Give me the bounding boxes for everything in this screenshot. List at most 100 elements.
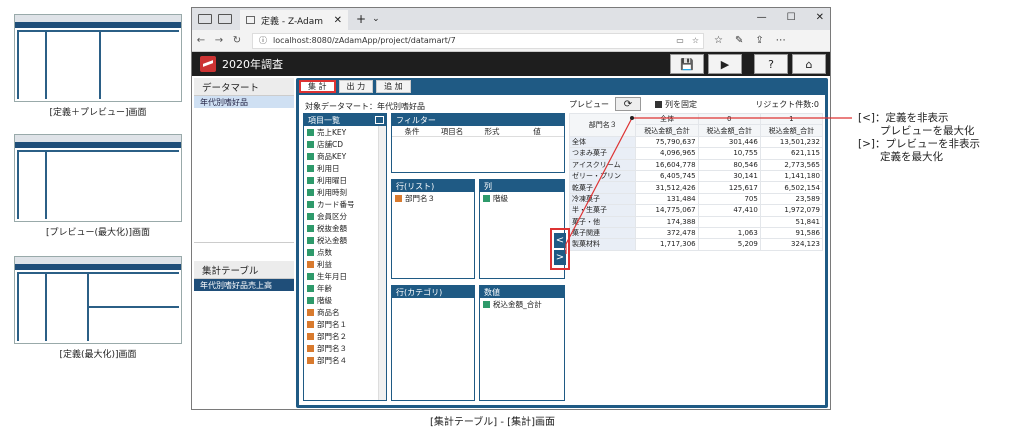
tab-aggregate[interactable]: 集 計 (299, 80, 336, 93)
thumbnail-caption: [プレビュー(最大化)]画面 (45, 228, 151, 238)
field-item-label: 利用日 (317, 163, 340, 173)
highlight-arrows (550, 228, 570, 270)
new-tab-icon[interactable]: + (356, 12, 366, 26)
grid-col-key: 0 (697, 112, 761, 126)
numeric-field-icon (307, 152, 314, 160)
run-button[interactable]: ▶ (708, 54, 742, 74)
field-item[interactable]: 年齢 (304, 282, 386, 294)
field-item[interactable]: 階級 (304, 294, 386, 306)
field-item[interactable]: 売上KEY (304, 126, 386, 138)
field-item[interactable]: 店舗CD (304, 138, 386, 150)
maximize-icon[interactable]: ☐ (787, 12, 796, 23)
grid-header-row: 部門名３ 全体 0 1 (568, 112, 824, 137)
field-item[interactable]: 部門名２ (304, 330, 386, 342)
column-header: 列 (480, 180, 564, 192)
grid-col-key: 1 (759, 112, 824, 126)
info-icon: ⓘ (259, 36, 267, 45)
chevron-down-icon[interactable]: ⌄ (372, 14, 380, 24)
field-item[interactable]: 税抜金額 (304, 222, 386, 234)
grid-cell: 23,589 (759, 192, 824, 206)
help-button[interactable]: ? (754, 54, 788, 74)
values-item[interactable]: 税込金額_合計 (480, 298, 564, 310)
aggregate-table-item[interactable]: 年代別嗜好品売上高 (194, 279, 294, 291)
fix-columns-checkbox[interactable] (655, 100, 662, 108)
field-item-label: 利用曜日 (317, 175, 347, 185)
tab-output[interactable]: 出 力 (338, 80, 374, 93)
field-item[interactable]: 点数 (304, 246, 386, 258)
grid-cell: 31,512,426 (635, 181, 699, 194)
column-item[interactable]: 階級 (480, 192, 564, 204)
grid-cell: 80,546 (697, 158, 761, 171)
field-item[interactable]: 税込金額 (304, 234, 386, 246)
browser-tab-bar: 定義 - Z-Adam ✕ + ⌄ — ☐ ✕ (192, 8, 830, 30)
field-item[interactable]: 利益 (304, 258, 386, 270)
field-item[interactable]: 利用時刻 (304, 186, 386, 198)
field-item[interactable]: 部門名３ (304, 342, 386, 354)
tab-add[interactable]: 追 加 (376, 80, 411, 93)
grid-cell: 91,586 (759, 226, 824, 240)
grid-row-label: 半・生菓子 (568, 204, 637, 217)
filter-panel: フィルター 条件 項目名 形式 値 (391, 113, 565, 173)
grid-cell: 10,755 (697, 147, 761, 160)
field-item[interactable]: 利用日 (304, 162, 386, 174)
favorite-star-icon[interactable]: ☆ (692, 36, 699, 45)
share-icon[interactable]: ⇪ (755, 35, 763, 46)
field-item[interactable]: 会員区分 (304, 210, 386, 222)
field-item[interactable]: 利用曜日 (304, 174, 386, 186)
reload-icon[interactable]: ↻ (228, 35, 246, 46)
tab-actions-icon[interactable] (198, 14, 212, 24)
preview-grid: 部門名３ 全体 0 1 税込金額_合計 税込金額_合計 税込金額_合計 全体 75,790,63… (568, 112, 824, 251)
field-list-scrollbar[interactable] (378, 126, 386, 400)
z-adam-logo-icon (200, 56, 216, 72)
numeric-field-icon (307, 236, 314, 244)
save-button[interactable]: 💾 (670, 54, 704, 74)
back-icon[interactable]: ← (192, 35, 210, 46)
field-item[interactable]: 部門名４ (304, 354, 386, 366)
close-window-icon[interactable]: ✕ (816, 12, 824, 23)
field-item[interactable]: カード番号 (304, 198, 386, 210)
window-icon[interactable] (375, 116, 384, 124)
datamart-item[interactable]: 年代別嗜好品 (194, 96, 294, 108)
field-item-label: 生年月日 (317, 271, 347, 281)
text-field-icon (307, 332, 314, 340)
numeric-field-icon (307, 284, 314, 292)
grid-cell: 51,841 (759, 215, 824, 228)
grid-col-name: 税込金額_合計 (697, 124, 761, 137)
url-input[interactable]: ⓘ localhost:8080/zAdamApp/project/datama… (252, 32, 704, 49)
favorites-icon[interactable]: ☆ (714, 35, 723, 46)
table-row: 冷凍菓子 131,484 705 23,589 (568, 192, 824, 206)
row-list-item[interactable]: 部門名３ (392, 192, 474, 204)
grid-cell: 6,502,154 (759, 181, 824, 194)
field-list-panel: 項目一覧 売上KEY 店舗CD 商品KEY 利用日 利用曜日 利用時刻 カード番号 会員区分税… (303, 113, 387, 401)
field-item-label: 部門名２ (317, 331, 347, 341)
more-icon[interactable]: ⋯ (776, 35, 786, 46)
app-header: 2020年調査 💾 ▶ ? ⌂ (192, 52, 830, 76)
field-item-label: 商品KEY (317, 151, 347, 161)
minimize-icon[interactable]: — (757, 12, 767, 23)
field-item[interactable]: 生年月日 (304, 270, 386, 282)
grid-cell: 14,775,067 (635, 204, 699, 217)
browser-tab[interactable]: 定義 - Z-Adam ✕ (240, 10, 348, 30)
page-icon (246, 16, 255, 24)
datamart-list (194, 108, 294, 243)
close-tab-icon[interactable]: ✕ (334, 15, 342, 26)
reader-icon[interactable]: ▭ (676, 36, 684, 45)
field-item[interactable]: 商品名 (304, 306, 386, 318)
left-pane: データマート 年代別嗜好品 集計テーブル 年代別嗜好品売上高 (194, 78, 294, 408)
filter-col-item: 項目名 (440, 126, 464, 136)
field-item[interactable]: 部門名１ (304, 318, 386, 330)
annotation-line-4: 定義を最大化 (880, 151, 943, 163)
app-body: データマート 年代別嗜好品 集計テーブル 年代別嗜好品売上高 集 計 出 力 追… (192, 76, 830, 409)
figure-caption: [集計テーブル] - [集計]画面 (430, 417, 555, 428)
refresh-button[interactable]: ⟳ (615, 97, 641, 111)
thumbnail-image (14, 256, 182, 344)
column-item-label: 階級 (493, 193, 508, 203)
tab-set-aside-icon[interactable] (218, 14, 232, 24)
grid-cell: 301,446 (697, 135, 761, 149)
table-row: 製菓材料 1,717,306 5,209 324,123 (568, 238, 824, 251)
forward-icon[interactable]: → (210, 35, 228, 46)
field-item[interactable]: 商品KEY (304, 150, 386, 162)
home-button[interactable]: ⌂ (792, 54, 826, 74)
text-field-icon (307, 320, 314, 328)
pen-icon[interactable]: ✎ (735, 35, 743, 46)
